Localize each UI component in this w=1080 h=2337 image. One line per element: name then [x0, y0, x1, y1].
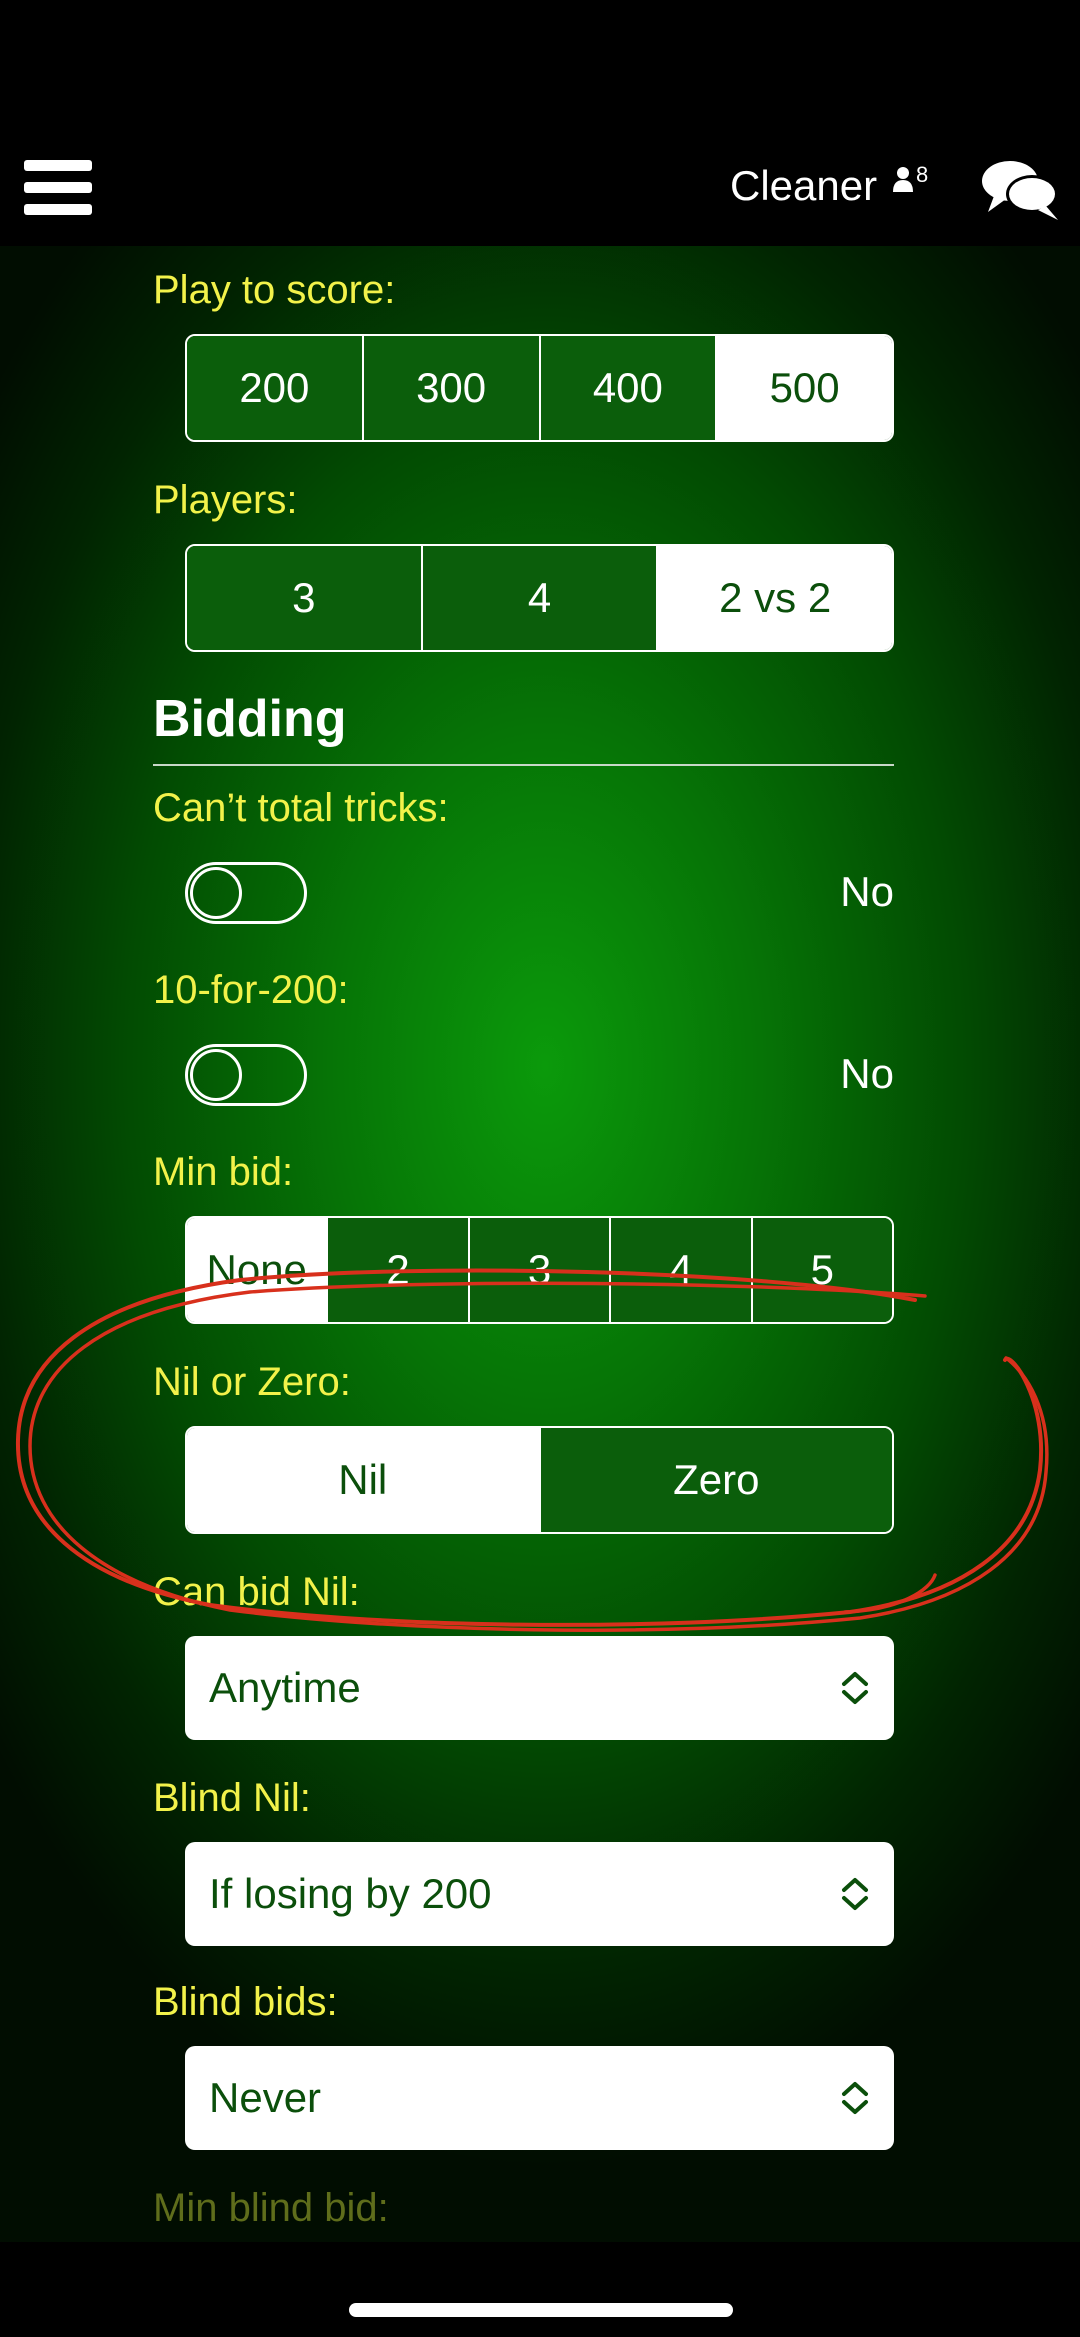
select-value: If losing by 200 — [209, 1870, 492, 1917]
min-bid-label: Min bid: — [153, 1150, 294, 1194]
play-to-score-segmented-control: 200 300 400 500 — [185, 334, 894, 442]
blind-bids-label: Blind bids: — [153, 1980, 338, 2024]
users-count: 8 — [916, 162, 929, 187]
players-option-2vs2[interactable]: 2 vs 2 — [658, 546, 892, 650]
cant-total-tricks-label: Can’t total tricks: — [153, 786, 449, 830]
username-label: Cleaner — [730, 162, 878, 209]
home-indicator-area — [0, 2242, 1080, 2337]
min-bid-option-2[interactable]: 2 — [328, 1218, 470, 1322]
players-option-3[interactable]: 3 — [187, 546, 423, 650]
min-bid-segmented-control: None 2 3 4 5 — [185, 1216, 894, 1324]
players-option-4[interactable]: 4 — [422, 546, 659, 650]
can-bid-nil-select[interactable]: Anytime — [185, 1636, 894, 1740]
min-bid-option-4[interactable]: 4 — [611, 1218, 753, 1322]
can-bid-nil-label: Can bid Nil: — [153, 1570, 360, 1614]
blind-bids-select[interactable]: Never — [185, 2046, 894, 2150]
ten-for-200-toggle[interactable] — [185, 1044, 307, 1106]
toggle-knob — [190, 867, 242, 919]
chat-icon[interactable] — [980, 156, 1062, 222]
chevron-up-down-icon — [842, 1878, 868, 1910]
cant-total-tricks-toggle[interactable] — [185, 862, 307, 924]
nil-or-zero-label: Nil or Zero: — [153, 1360, 351, 1404]
top-bar: Cleaner 8 — [0, 0, 1080, 246]
min-blind-bid-label: Min blind bid: — [153, 2186, 389, 2230]
zero-option[interactable]: Zero — [540, 1428, 892, 1532]
play-to-score-label: Play to score: — [153, 268, 396, 312]
min-bid-option-5[interactable]: 5 — [752, 1218, 892, 1322]
min-bid-option-3[interactable]: 3 — [469, 1218, 612, 1322]
hamburger-menu-icon[interactable] — [24, 160, 92, 216]
home-indicator[interactable] — [349, 2303, 733, 2317]
blind-nil-label: Blind Nil: — [153, 1776, 311, 1820]
toggle-knob — [190, 1049, 242, 1101]
score-option-200[interactable]: 200 — [187, 336, 364, 440]
cant-total-tricks-value: No — [840, 868, 894, 915]
ten-for-200-value: No — [840, 1050, 894, 1097]
settings-panel: Play to score: 200 300 400 500 Players: … — [0, 246, 1080, 2242]
select-value: Never — [209, 2074, 322, 2121]
players-label: Players: — [153, 478, 298, 522]
blind-nil-select[interactable]: If losing by 200 — [185, 1842, 894, 1946]
score-option-300[interactable]: 300 — [363, 336, 541, 440]
select-value: Anytime — [209, 1664, 361, 1711]
chevron-up-down-icon — [842, 2082, 868, 2114]
bidding-section-title: Bidding — [153, 690, 347, 748]
section-divider — [153, 764, 894, 766]
score-option-400[interactable]: 400 — [540, 336, 718, 440]
nil-option[interactable]: Nil — [187, 1428, 541, 1532]
users-icon — [893, 167, 913, 192]
players-segmented-control: 3 4 2 vs 2 — [185, 544, 894, 652]
ten-for-200-label: 10-for-200: — [153, 968, 349, 1012]
min-bid-option-none[interactable]: None — [187, 1218, 329, 1322]
score-option-500[interactable]: 500 — [717, 336, 892, 440]
nil-or-zero-segmented-control: Nil Zero — [185, 1426, 894, 1534]
chevron-up-down-icon — [842, 1672, 868, 1704]
